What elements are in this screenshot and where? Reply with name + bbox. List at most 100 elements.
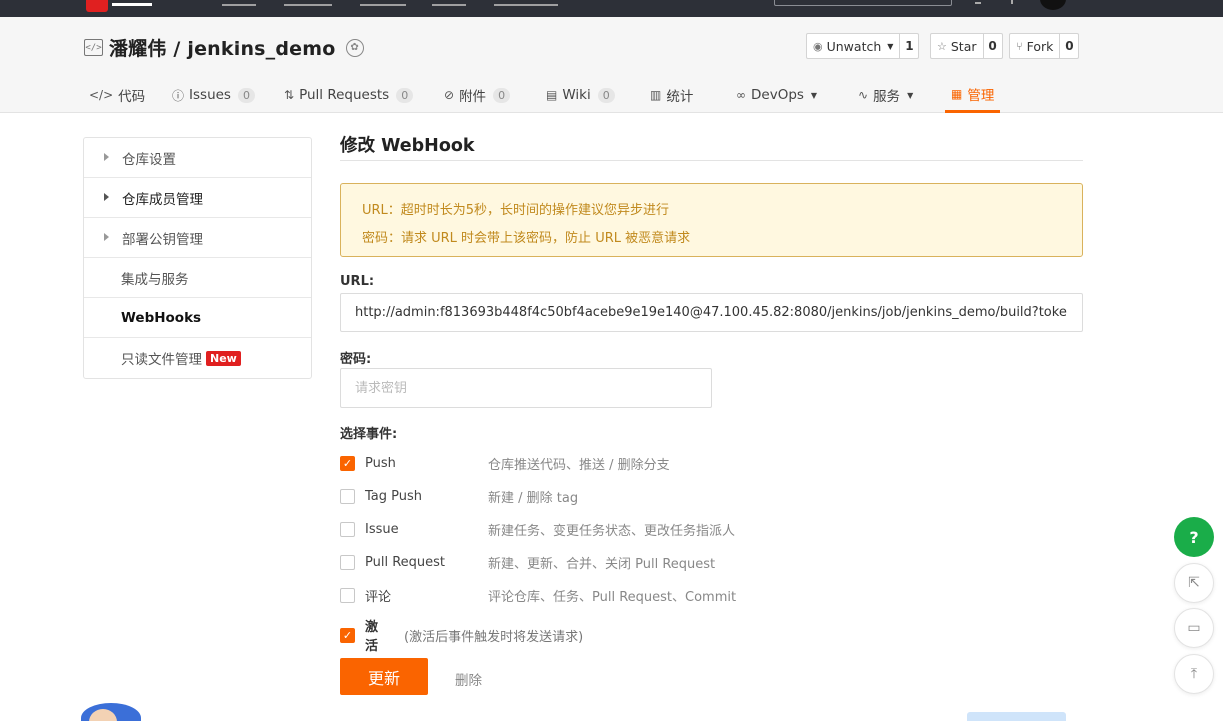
infinity-icon: ∞ — [736, 88, 746, 102]
watch-count[interactable]: 1 — [900, 34, 918, 58]
bar-chart-icon: ▥ — [650, 88, 662, 102]
watch-button[interactable]: ◉ Unwatch ▼ — [807, 34, 901, 58]
top-navbar — [0, 0, 1223, 17]
sidebar-item-repo-settings[interactable]: 仓库设置 — [84, 138, 311, 178]
share-icon[interactable]: ⇱ — [1174, 563, 1214, 603]
sidebar-item-members[interactable]: 仓库成员管理 — [84, 178, 311, 218]
tab-label: Issues — [189, 87, 231, 103]
fork-button[interactable]: ⑂ Fork — [1010, 34, 1061, 58]
tab-services[interactable]: ∿ 服务 ▼ — [858, 77, 913, 113]
sidebar-item-label: 仓库设置 — [122, 151, 176, 168]
notice-line: URL：超时时长为5秒，长时间的操作建议您异步进行 — [362, 203, 670, 218]
sidebar-item-deploy-keys[interactable]: 部署公钥管理 — [84, 218, 311, 258]
tab-pull-requests[interactable]: ⇅ Pull Requests 0 — [284, 77, 414, 113]
checkbox[interactable] — [340, 488, 355, 504]
checkbox-checked[interactable]: ✓ — [340, 627, 355, 643]
bottom-button[interactable] — [967, 712, 1066, 721]
page-title: 修改 WebHook — [340, 131, 1083, 161]
tab-label: Wiki — [562, 87, 591, 103]
sidebar-item-webhooks[interactable]: WebHooks — [84, 298, 311, 338]
activate-hint: (激活后事件触发时将发送请求) — [404, 629, 584, 645]
event-row-pull-request[interactable]: Pull Request 新建、更新、合并、关闭 Pull Request — [340, 552, 715, 572]
tab-wiki[interactable]: ▤ Wiki 0 — [546, 77, 615, 113]
notice-line: 密码：请求 URL 时会带上该密码，防止 URL 被恶意请求 — [362, 231, 691, 246]
checkbox[interactable] — [340, 554, 355, 570]
recommend-badge-icon[interactable]: ✿ — [345, 38, 364, 57]
event-row-tag-push[interactable]: Tag Push 新建 / 删除 tag — [340, 486, 578, 506]
feedback-icon[interactable]: ▭ — [1174, 608, 1214, 648]
pull-request-icon: ⇅ — [284, 88, 295, 102]
delete-link[interactable]: 删除 — [455, 669, 482, 689]
tab-count-badge: 0 — [493, 87, 511, 103]
mascot-avatar[interactable] — [81, 703, 141, 721]
password-input[interactable] — [340, 368, 712, 408]
new-badge: New — [206, 350, 241, 366]
tab-devops[interactable]: ∞ DevOps ▼ — [736, 77, 817, 113]
checkbox[interactable] — [340, 521, 355, 537]
settings-sidebar: 仓库设置 仓库成员管理 部署公钥管理 集成与服务 WebHooks 只读文件管理… — [83, 137, 312, 379]
event-name: Push — [365, 455, 396, 471]
checkbox[interactable] — [340, 587, 355, 603]
activate-row[interactable]: ✓ 激活 (激活后事件触发时将发送请求) — [340, 620, 583, 654]
event-name: Pull Request — [365, 554, 446, 570]
top-nav-item[interactable] — [432, 0, 466, 6]
sidebar-item-label: 只读文件管理 — [121, 352, 202, 368]
sidebar-item-integrations[interactable]: 集成与服务 — [84, 258, 311, 298]
url-label: URL: — [340, 274, 375, 289]
password-label: 密码: — [340, 352, 372, 367]
sidebar-item-readonly-files[interactable]: 只读文件管理 New — [84, 338, 311, 378]
watch-button-group[interactable]: ◉ Unwatch ▼ 1 — [806, 33, 920, 59]
sidebar-item-label: 仓库成员管理 — [122, 191, 203, 208]
update-button[interactable]: 更新 — [340, 658, 428, 695]
event-desc: 评论仓库、任务、Pull Request、Commit — [488, 589, 737, 605]
user-avatar[interactable] — [1040, 0, 1066, 10]
caret-right-icon — [104, 233, 109, 241]
site-logo[interactable] — [86, 0, 166, 12]
tab-manage[interactable]: ▦ 管理 — [945, 77, 1001, 113]
chevron-down-icon: ▼ — [907, 90, 914, 100]
event-row-push[interactable]: ✓ Push 仓库推送代码、推送 / 删除分支 — [340, 453, 670, 473]
fork-button-group[interactable]: ⑂ Fork 0 — [1009, 33, 1080, 59]
repo-name[interactable]: 潘耀伟 / jenkins_demo — [109, 34, 336, 61]
event-desc: 仓库推送代码、推送 / 删除分支 — [488, 457, 670, 473]
top-nav-item[interactable] — [284, 0, 332, 6]
sidebar-item-label: 部署公钥管理 — [122, 231, 203, 248]
url-input[interactable] — [340, 293, 1083, 332]
checkbox-checked[interactable]: ✓ — [340, 455, 355, 471]
help-button[interactable]: ? — [1174, 517, 1214, 557]
tab-label: 管理 — [967, 87, 995, 104]
notification-icon[interactable] — [975, 0, 981, 4]
tab-code[interactable]: </> 代码 — [89, 77, 145, 113]
code-icon: </> — [89, 88, 114, 102]
event-name: Issue — [365, 521, 399, 537]
sidebar-item-label: WebHooks — [121, 309, 202, 326]
tab-label: Pull Requests — [299, 87, 390, 103]
event-row-issue[interactable]: Issue 新建任务、变更任务状态、更改任务指派人 — [340, 519, 735, 539]
repo-header: </> 潘耀伟 / jenkins_demo ✿ ◉ Unwatch ▼ 1 ☆… — [0, 17, 1223, 113]
sidebar-item-label: 集成与服务 — [121, 271, 189, 288]
event-desc: 新建、更新、合并、关闭 Pull Request — [488, 556, 716, 572]
tab-label: 服务 — [873, 89, 901, 105]
event-desc: 新建 / 删除 tag — [488, 490, 579, 506]
star-count[interactable]: 0 — [984, 34, 1002, 58]
tab-label: 代码 — [118, 89, 146, 105]
top-nav-item[interactable] — [494, 0, 558, 6]
event-desc: 新建任务、变更任务状态、更改任务指派人 — [488, 523, 736, 539]
code-repo-icon: </> — [84, 39, 103, 56]
event-row-comment[interactable]: 评论 评论仓库、任务、Pull Request、Commit — [340, 585, 736, 605]
back-to-top-icon[interactable]: ⤒ — [1174, 654, 1214, 694]
top-nav-item[interactable] — [360, 0, 406, 6]
fork-count[interactable]: 0 — [1060, 34, 1078, 58]
star-button[interactable]: ☆ Star — [931, 34, 984, 58]
star-button-group[interactable]: ☆ Star 0 — [930, 33, 1003, 59]
tab-stats[interactable]: ▥ 统计 — [650, 77, 693, 113]
top-nav-item[interactable] — [222, 0, 256, 6]
star-icon: ☆ — [937, 39, 947, 53]
tab-label: DevOps — [751, 87, 804, 103]
tab-issues[interactable]: ⓘ Issues 0 — [172, 77, 255, 113]
plus-icon[interactable] — [1011, 0, 1013, 4]
document-icon: ▦ — [951, 86, 963, 101]
tab-count-badge: 0 — [237, 87, 255, 103]
tab-attachments[interactable]: ⊘ 附件 0 — [444, 77, 511, 113]
global-search-input[interactable] — [774, 0, 952, 6]
